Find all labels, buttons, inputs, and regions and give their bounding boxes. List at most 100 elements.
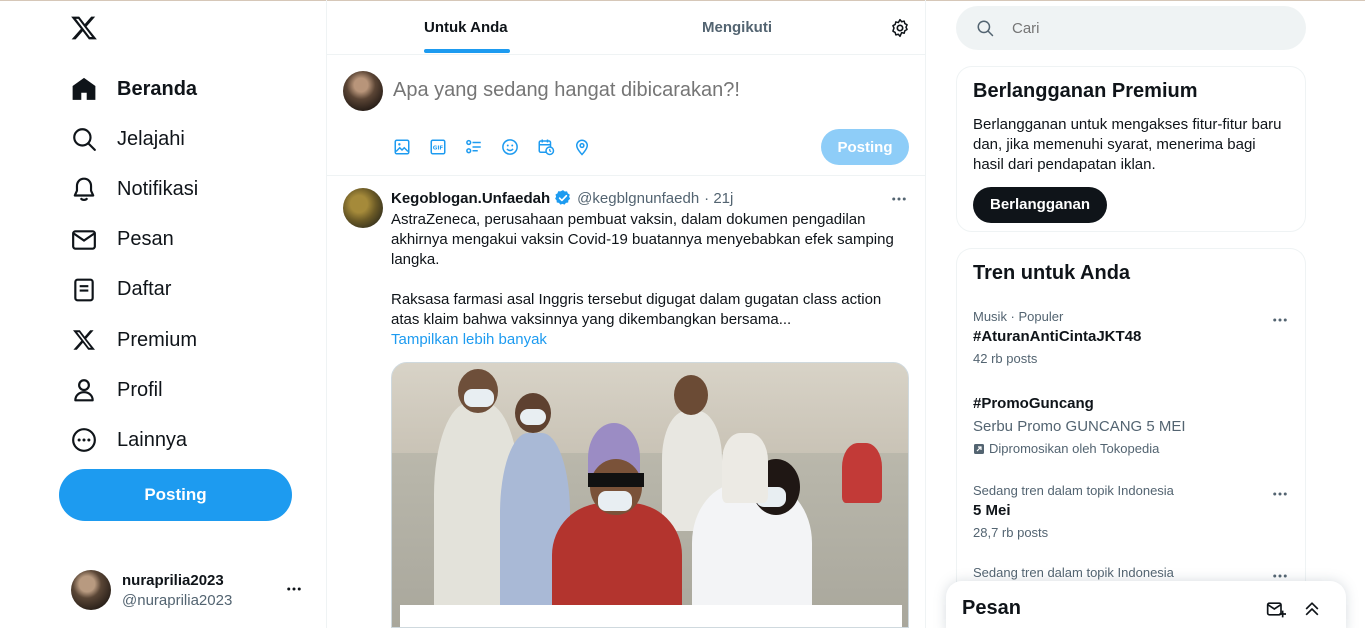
- tweet-author-name[interactable]: Kegoblogan.Unfaedah: [391, 190, 550, 207]
- search-input[interactable]: [1012, 19, 1272, 37]
- person-icon: [70, 376, 98, 404]
- main-nav: Beranda Jelajahi Notifikasi Pesan Daftar: [70, 64, 198, 466]
- show-more-link[interactable]: Tampilkan lebih banyak: [391, 331, 547, 348]
- svg-text:GIF: GIF: [433, 146, 444, 152]
- nav-item-premium[interactable]: Premium: [70, 315, 198, 365]
- subscribe-button[interactable]: Berlangganan: [973, 187, 1108, 223]
- more-circle-icon: [70, 426, 98, 454]
- trend-item[interactable]: Sedang tren dalam topik Indonesia: [973, 565, 1293, 580]
- nav-item-messages[interactable]: Pesan: [70, 215, 198, 265]
- account-name: nuraprilia2023: [122, 571, 224, 589]
- tweet-paragraph: Raksasa farmasi asal Inggris tersebut di…: [391, 291, 882, 328]
- tweet-paragraph: AstraZeneca, perusahaan pembuat vaksin, …: [391, 211, 894, 268]
- tweet[interactable]: Kegoblogan.Unfaedah @kegblgnunfaedh · 21…: [327, 176, 926, 628]
- nav-item-lists[interactable]: Daftar: [70, 265, 198, 315]
- nav-item-notifications[interactable]: Notifikasi: [70, 164, 198, 214]
- nav-item-profile[interactable]: Profil: [70, 365, 198, 415]
- premium-description: Berlangganan untuk mengakses fitur-fitur…: [973, 116, 1282, 173]
- nav-item-explore[interactable]: Jelajahi: [70, 114, 198, 164]
- trend-meta: Sedang tren dalam topik Indonesia: [973, 565, 1174, 580]
- location-icon[interactable]: [573, 137, 609, 157]
- timeline: Untuk Anda Mengikuti GIF: [326, 0, 926, 628]
- timeline-tabs: Untuk Anda Mengikuti: [327, 0, 926, 55]
- tweet-author-handle[interactable]: @kegblgnunfaedh: [577, 190, 699, 207]
- media-figure-head: [674, 375, 708, 415]
- tweet-media-image[interactable]: [391, 362, 909, 628]
- more-icon[interactable]: [1271, 485, 1289, 508]
- trend-item[interactable]: Sedang tren dalam topik Indonesia 5 Mei …: [973, 483, 1293, 540]
- composer-toolbar: GIF: [393, 137, 609, 157]
- trend-count: 28,7 rb posts: [973, 525, 1049, 540]
- new-message-icon[interactable]: [1266, 599, 1286, 619]
- post-composer: GIF Posting: [327, 55, 926, 176]
- trend-description: Serbu Promo GUNCANG 5 MEI: [973, 418, 1186, 435]
- nav-item-label: Beranda: [117, 77, 198, 100]
- nav-item-label: Lainnya: [117, 428, 188, 451]
- messages-drawer-title: Pesan: [962, 597, 1021, 619]
- search-icon: [976, 19, 994, 37]
- avatar[interactable]: [343, 188, 383, 228]
- emoji-icon[interactable]: [501, 137, 537, 157]
- nav-item-label: Profil: [117, 378, 163, 401]
- premium-title: Berlangganan Premium: [973, 80, 1198, 102]
- list-icon: [70, 276, 98, 304]
- account-handle: @nuraprilia2023: [122, 591, 233, 609]
- tab-for-you[interactable]: Untuk Anda: [424, 0, 508, 55]
- trend-item-promoted[interactable]: #PromoGuncang Serbu Promo GUNCANG 5 MEI …: [973, 395, 1293, 456]
- trend-meta: Musik · Populer: [973, 309, 1064, 324]
- trends-card: Tren untuk Anda Musik · Populer #AturanA…: [956, 248, 1306, 628]
- nav-item-label: Pesan: [117, 228, 174, 251]
- search-icon: [70, 125, 98, 153]
- nav-item-more[interactable]: Lainnya: [70, 415, 198, 465]
- media-mask: [598, 491, 632, 511]
- account-switcher[interactable]: nuraprilia2023 @nuraprilia2023: [71, 568, 311, 612]
- tweet-text: AstraZeneca, perusahaan pembuat vaksin, …: [391, 210, 911, 350]
- search-bar[interactable]: [956, 6, 1306, 50]
- image-icon[interactable]: [393, 137, 429, 157]
- tweet-time[interactable]: · 21j: [704, 190, 733, 207]
- promoted-icon: [973, 443, 985, 455]
- media-link-card: [400, 605, 902, 627]
- account-info: nuraprilia2023 @nuraprilia2023: [122, 572, 232, 609]
- schedule-icon[interactable]: [537, 137, 573, 157]
- trend-name: #PromoGuncang: [973, 395, 1094, 412]
- x-logo-icon: [70, 326, 98, 354]
- tab-following[interactable]: Mengikuti: [702, 0, 772, 55]
- compose-post-button[interactable]: Posting: [821, 129, 909, 165]
- avatar: [71, 570, 111, 610]
- media-figure: [722, 433, 768, 503]
- trend-item[interactable]: Musik · Populer #AturanAntiCintaJKT48 42…: [973, 309, 1293, 366]
- left-sidebar: Beranda Jelajahi Notifikasi Pesan Daftar: [0, 0, 326, 628]
- home-icon: [70, 75, 98, 103]
- messages-drawer[interactable]: Pesan: [946, 581, 1346, 628]
- nav-item-label: Daftar: [117, 278, 172, 301]
- nav-item-label: Premium: [117, 328, 198, 351]
- trend-meta: Sedang tren dalam topik Indonesia: [973, 483, 1174, 498]
- avatar: [343, 71, 383, 111]
- tweet-header: Kegoblogan.Unfaedah @kegblgnunfaedh · 21…: [391, 189, 733, 207]
- media-mask: [464, 389, 494, 407]
- nav-item-label: Notifikasi: [117, 177, 199, 200]
- promoted-label: Dipromosikan oleh Tokopedia: [973, 441, 1293, 456]
- more-icon[interactable]: [1271, 311, 1289, 334]
- more-icon[interactable]: [285, 580, 303, 603]
- nav-item-home[interactable]: Beranda: [70, 64, 198, 114]
- media-figure: [842, 443, 882, 503]
- premium-card: Berlangganan Premium Berlangganan untuk …: [956, 66, 1306, 232]
- right-sidebar: Berlangganan Premium Berlangganan untuk …: [926, 0, 1365, 628]
- expand-up-icon[interactable]: [1302, 599, 1322, 619]
- media-mask: [520, 409, 546, 425]
- compose-input[interactable]: [393, 79, 893, 102]
- trend-count: 42 rb posts: [973, 351, 1038, 366]
- poll-icon[interactable]: [465, 137, 501, 157]
- active-tab-indicator: [424, 49, 510, 53]
- mail-icon: [70, 226, 98, 254]
- gif-icon[interactable]: GIF: [429, 137, 465, 157]
- gear-icon[interactable]: [890, 18, 910, 38]
- verified-badge-icon: [554, 189, 572, 207]
- trends-title: Tren untuk Anda: [973, 262, 1131, 284]
- bell-icon: [70, 175, 98, 203]
- media-censor-bar: [588, 473, 644, 487]
- post-button[interactable]: Posting: [59, 469, 292, 521]
- x-logo-icon[interactable]: [70, 14, 100, 44]
